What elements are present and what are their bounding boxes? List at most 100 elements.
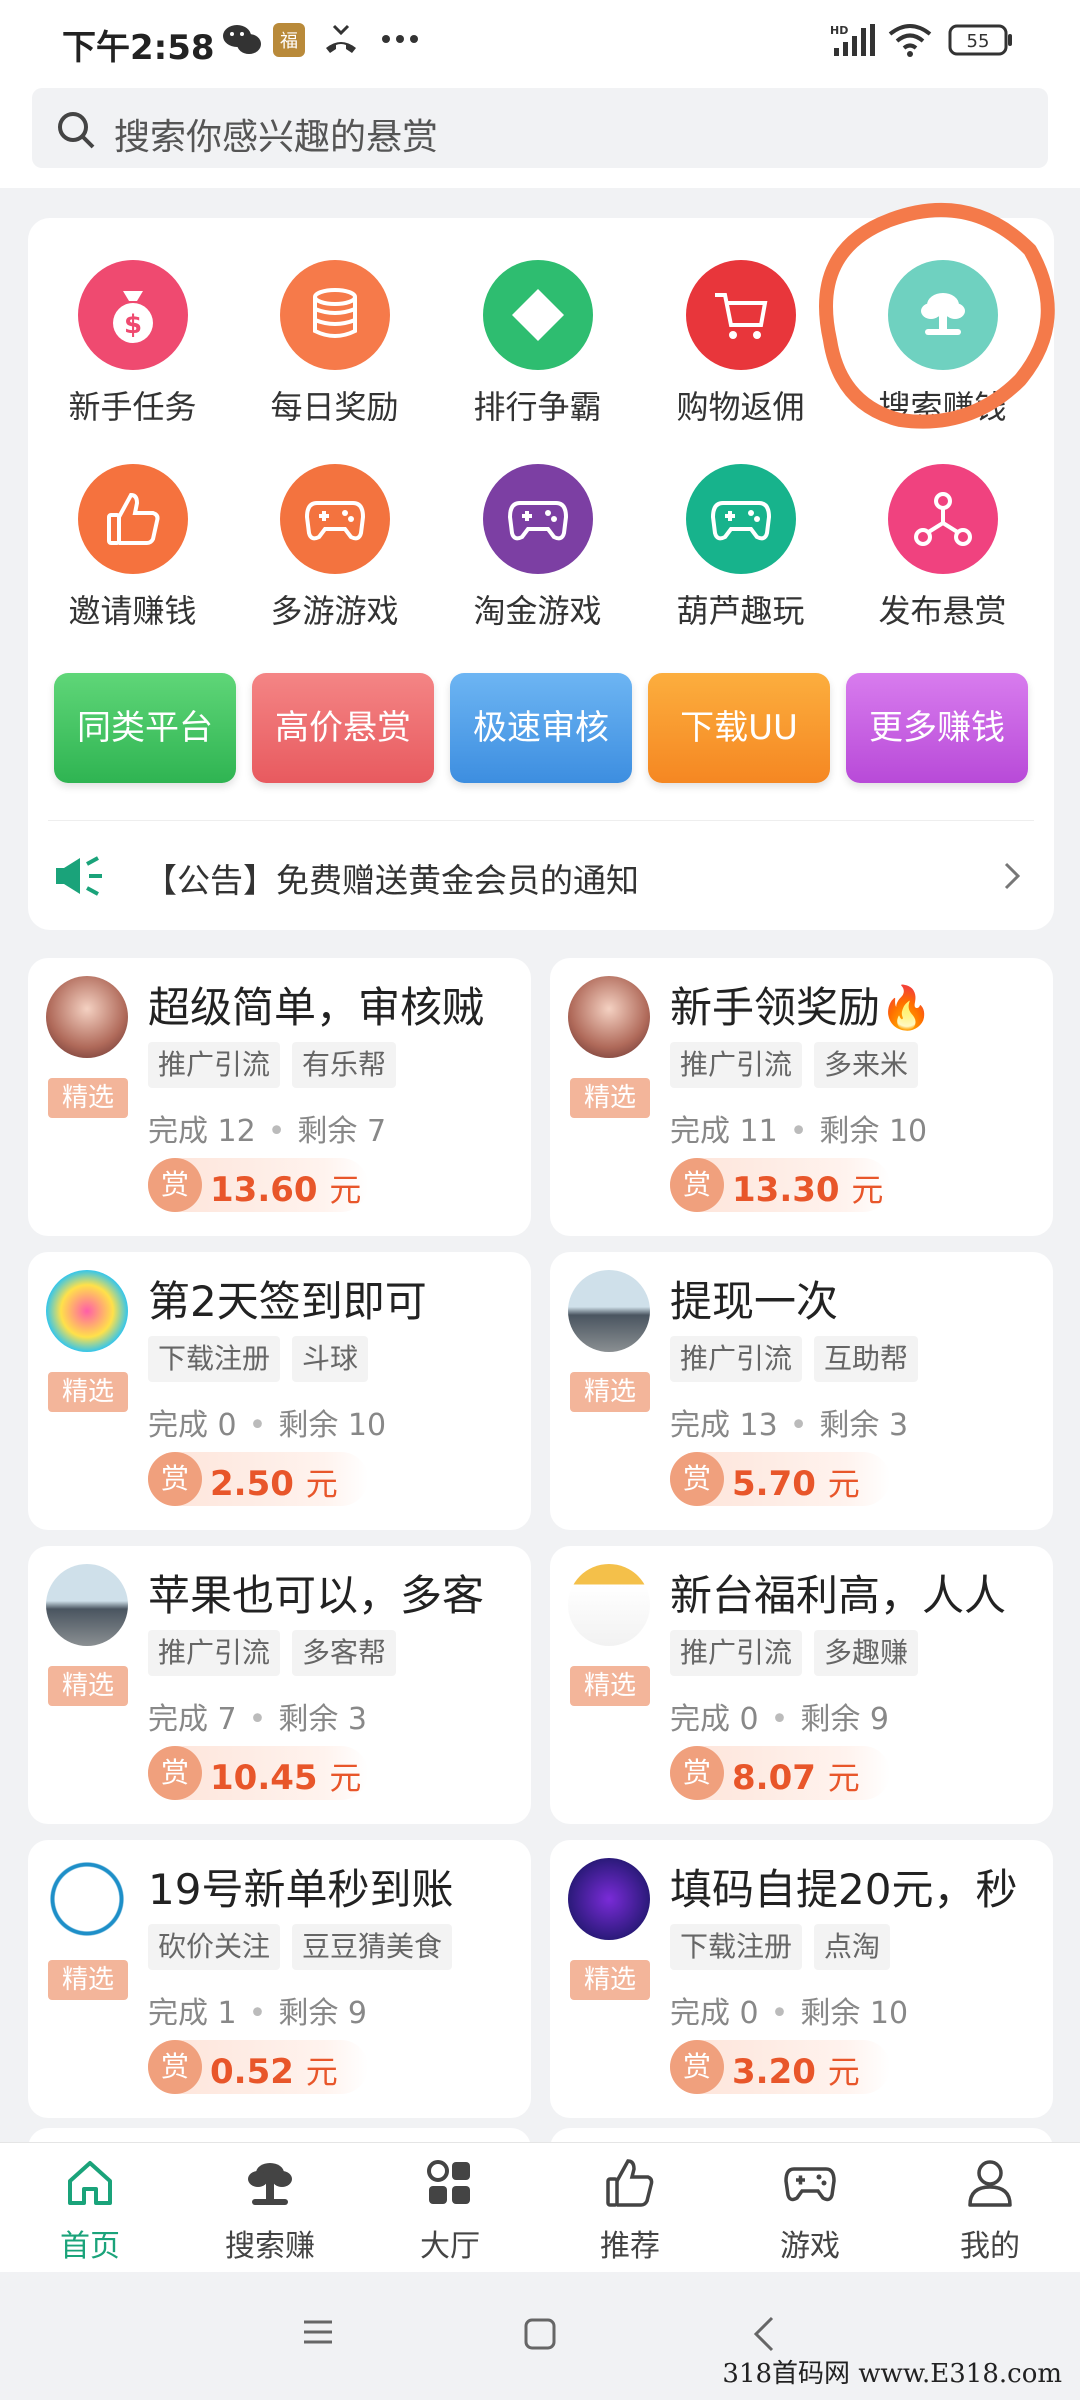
notice-bar[interactable]: 【公告】免费赠送黄金会员的通知 [48,846,1034,906]
featured-badge: 精选 [48,1960,128,2000]
menu-daily-reward[interactable]: 每日奖励 [232,260,437,428]
task-done-count: 完成 1 [148,1996,237,2031]
pill-high-reward[interactable]: 高价悬赏 [252,673,434,783]
menu-ranking[interactable]: 排行争霸 [435,260,640,428]
task-remaining-count: 剩余 10 [278,1408,387,1443]
task-card[interactable]: 精选 新手领奖励🔥 推广引流 多来米 完成 11 • 剩余 10 赏 13.30 元 [550,958,1053,1236]
signal-icon: HD [828,22,878,62]
pill-download-uu[interactable]: 下载UU [648,673,830,783]
task-tag-category: 砍价关注 [148,1924,281,1970]
task-tag-category: 推广引流 [670,1042,803,1088]
task-title: 超级简单，审核贼 [148,983,485,1032]
task-remaining-count: 剩余 10 [800,1996,909,2031]
featured-badge: 精选 [570,1666,650,1706]
nav-games[interactable]: 游戏 [720,2157,900,2265]
gamepad-icon [685,464,796,574]
diamond-icon [482,260,593,370]
back-icon[interactable] [752,2314,776,2358]
svg-text:福: 福 [280,31,298,52]
task-remaining-count: 剩余 7 [297,1114,387,1149]
reward-unit: 元 [305,1465,338,1503]
avatar [568,976,650,1058]
status-bar: 下午2:58 福 HD 55 [0,0,1080,84]
task-card[interactable]: 精选 提现一次 推广引流 互助帮 完成 13 • 剩余 3 赏 5.70 元 [550,1252,1053,1530]
feature-panel: $ 新手任务 每日奖励 排行争霸 购物返佣 搜索赚钱 邀请赚钱 多游游戏 淘金游… [28,203,1055,930]
task-progress: 完成 12 • 剩余 7 [148,1106,386,1150]
search-placeholder: 搜索你感兴趣的悬赏 [114,117,439,158]
pill-similar-platform[interactable]: 同类平台 [54,673,236,783]
reward-badge: 赏 3.20 元 [670,2040,890,2094]
task-card[interactable]: 精选 超级简单，审核贼 推广引流 有乐帮 完成 12 • 剩余 7 赏 13.60 元 [28,958,531,1236]
reward-unit: 元 [827,1759,860,1797]
task-title: 填码自提20元，秒 [670,1865,1018,1914]
pill-more-earn[interactable]: 更多赚钱 [846,673,1028,783]
reward-unit: 元 [329,1171,362,1209]
wechat-icon [222,22,262,62]
pill-fast-review[interactable]: 极速审核 [450,673,632,783]
task-title: 苹果也可以，多客 [148,1571,485,1620]
search-earn-icon [248,2163,292,2205]
task-tags: 推广引流 多来米 [670,1042,930,1088]
reward-badge: 赏 0.52 元 [148,2040,368,2094]
reward-amount: 5.70 [732,1464,816,1504]
separator-dot: • [770,1702,789,1737]
reward-icon: 赏 [148,2040,202,2094]
reward-icon: 赏 [148,1158,202,1212]
task-tag-platform: 互助帮 [814,1336,919,1382]
menu-label: 葫芦趣玩 [676,592,805,630]
task-tags: 砍价关注 豆豆猜美食 [148,1924,464,1970]
task-card[interactable]: 精选 新台福利高，人人 推广引流 多趣赚 完成 0 • 剩余 9 赏 8.07 元 [550,1546,1053,1824]
task-tag-platform: 多客帮 [292,1630,397,1676]
bottom-nav: 首页 搜索赚 大厅 推荐 游戏 我的 [0,2142,1080,2272]
avatar [46,976,128,1058]
network-type: HD [830,24,848,37]
reward-badge: 赏 8.07 元 [670,1746,890,1800]
menu-invite-earn[interactable]: 邀请赚钱 [30,464,235,632]
menu-icon[interactable] [300,2316,336,2352]
task-remaining-count: 剩余 9 [800,1702,889,1737]
task-tag-platform: 斗球 [292,1336,369,1382]
user-icon [968,2160,1012,2207]
menu-taojin-game[interactable]: 淘金游戏 [435,464,640,632]
task-remaining-count: 剩余 3 [819,1408,909,1443]
task-progress: 完成 0 • 剩余 10 [148,1400,386,1444]
menu-newbie-task[interactable]: $ 新手任务 [30,260,235,428]
reward-icon: 赏 [670,1452,724,1506]
nav-label: 首页 [60,2229,120,2264]
home-square-icon[interactable] [522,2316,558,2356]
reward-icon: 赏 [148,1746,202,1800]
reward-amount: 10.45 [210,1758,318,1798]
task-progress: 完成 11 • 剩余 10 [670,1106,927,1150]
task-tags: 下载注册 点淘 [670,1924,902,1970]
avatar [568,1858,650,1940]
task-card[interactable]: 精选 苹果也可以，多客 推广引流 多客帮 完成 7 • 剩余 3 赏 10.45 元 [28,1546,531,1824]
missed-call-icon [322,22,360,62]
nav-hall[interactable]: 大厅 [360,2157,540,2265]
gamepad-icon [279,464,390,574]
task-card[interactable]: 精选 第2天签到即可 下载注册 斗球 完成 0 • 剩余 10 赏 2.50 元 [28,1252,531,1530]
task-card[interactable]: 精选 填码自提20元，秒 下载注册 点淘 完成 0 • 剩余 10 赏 3.20 元 [550,1840,1053,2118]
featured-badge: 精选 [570,1078,650,1118]
task-tags: 推广引流 多趣赚 [670,1630,930,1676]
reward-amount: 0.52 [210,2052,294,2092]
home-icon [68,2161,112,2205]
nav-mine[interactable]: 我的 [900,2157,1080,2265]
task-tag-category: 推广引流 [670,1336,803,1382]
task-card[interactable]: 精选 19号新单秒到账 砍价关注 豆豆猜美食 完成 1 • 剩余 9 赏 0.52 元 [28,1840,531,2118]
nav-home[interactable]: 首页 [0,2157,180,2265]
avatar [568,1270,650,1352]
featured-badge: 精选 [570,1960,650,2000]
menu-hulu-fun[interactable]: 葫芦趣玩 [638,464,843,632]
menu-duoyou-game[interactable]: 多游游戏 [232,464,437,632]
task-progress: 完成 7 • 剩余 3 [148,1694,367,1738]
reward-icon: 赏 [670,1158,724,1212]
search-input[interactable]: 搜索你感兴趣的悬赏 [32,88,1048,168]
menu-publish-reward[interactable]: 发布悬赏 [840,464,1045,632]
task-title: 新台福利高，人人 [670,1571,1007,1620]
task-done-count: 完成 13 [670,1408,778,1443]
nav-recommend[interactable]: 推荐 [540,2157,720,2265]
nav-search-earn[interactable]: 搜索赚 [180,2157,360,2265]
task-tag-category: 下载注册 [148,1336,281,1382]
reward-icon: 赏 [670,1746,724,1800]
menu-label: 每日奖励 [270,388,399,426]
